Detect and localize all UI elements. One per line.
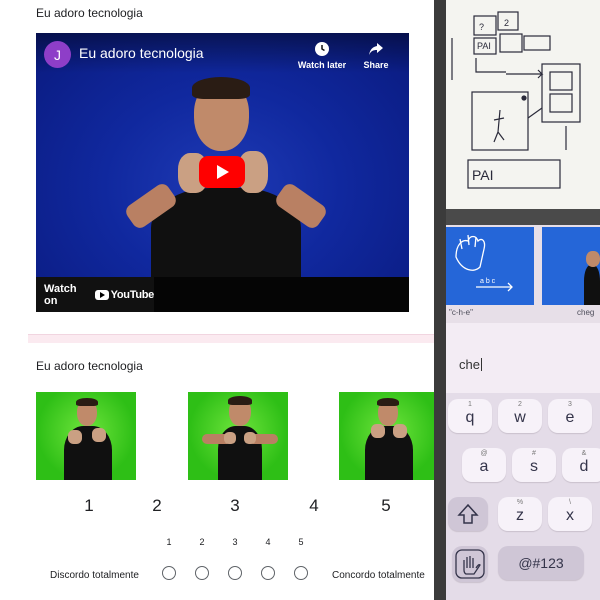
whiteboard-label-pai-large: PAI xyxy=(472,167,494,183)
radio-option-2[interactable] xyxy=(195,566,209,580)
radio-number: 1 xyxy=(166,537,172,547)
radio-option-4[interactable] xyxy=(261,566,275,580)
key-s[interactable]: # s xyxy=(512,448,556,482)
scale-number: 4 xyxy=(309,496,319,515)
whiteboard-sketch: PAI ? 2 PAI xyxy=(446,0,600,209)
watch-later-label: Watch later xyxy=(297,60,347,70)
sign-card[interactable]: a b c xyxy=(446,227,534,305)
youtube-logo-icon: YouTube xyxy=(94,288,155,301)
scale-low-label: Discordo totalmente xyxy=(50,570,139,581)
radio-option-1[interactable] xyxy=(162,566,176,580)
scale-number: 1 xyxy=(84,496,94,515)
radio-number: 5 xyxy=(298,537,304,547)
share-button[interactable]: Share xyxy=(346,41,406,70)
sign-card[interactable] xyxy=(542,227,600,305)
radio-number: 3 xyxy=(232,537,238,547)
video-title[interactable]: Eu adoro tecnologia xyxy=(79,45,204,61)
sign-language-key[interactable] xyxy=(452,546,488,582)
sign-thumbnail xyxy=(36,392,136,480)
symbols-key[interactable]: @#123 xyxy=(498,546,584,580)
radio-number: 2 xyxy=(199,537,205,547)
radio-number: 4 xyxy=(265,537,271,547)
hand-sign-illustration: a b c xyxy=(455,234,513,292)
sign-thumbnail xyxy=(188,392,288,480)
sign-thumbnail xyxy=(339,392,434,480)
youtube-video-embed[interactable]: J Eu adoro tecnologia Watch later Share … xyxy=(36,33,409,312)
watch-on-youtube-link[interactable]: Watch on YouTube xyxy=(36,277,154,312)
share-label: Share xyxy=(363,60,389,70)
card-caption: cheg xyxy=(577,308,595,317)
scale-high-label: Concordo totalmente xyxy=(332,570,425,581)
key-q[interactable]: 1q xyxy=(448,399,492,433)
key-a[interactable]: @ a xyxy=(462,448,506,482)
panel-separator xyxy=(434,0,446,600)
card-caption: "c-h-e" xyxy=(449,308,473,317)
form-page: Eu adoro tecnologia J Eu adoro tecnologi… xyxy=(0,0,434,600)
section-divider xyxy=(28,334,434,343)
key-x[interactable]: \ x xyxy=(548,497,592,531)
youtube-wordmark: YouTube xyxy=(110,288,155,301)
shift-arrow-icon xyxy=(457,503,479,524)
watch-on-label: Watch on xyxy=(44,282,77,307)
key-z[interactable]: % z xyxy=(498,497,542,531)
scale-number: 5 xyxy=(381,496,391,515)
watch-later-button[interactable]: Watch later xyxy=(292,41,352,70)
channel-avatar[interactable]: J xyxy=(44,41,71,68)
whiteboard-glyph: ? xyxy=(479,22,484,32)
clock-icon xyxy=(315,42,329,56)
scale-number: 2 xyxy=(152,496,162,515)
radio-option-5[interactable] xyxy=(294,566,308,580)
question-title: Eu adoro tecnologia xyxy=(36,6,143,20)
shift-key[interactable] xyxy=(448,497,488,531)
share-arrow-icon xyxy=(369,43,383,55)
play-icon[interactable] xyxy=(199,156,245,188)
key-e[interactable]: 3e xyxy=(548,399,592,433)
whiteboard-drawing: PAI ? 2 PAI xyxy=(451,11,581,189)
question-title: Eu adoro tecnologia xyxy=(36,359,143,373)
key-w[interactable]: 2w xyxy=(498,399,542,433)
radio-option-3[interactable] xyxy=(228,566,242,580)
hand-icon xyxy=(455,549,485,579)
scale-number: 3 xyxy=(230,496,240,515)
key-d[interactable]: & d xyxy=(562,448,600,482)
whiteboard-frame-bottom xyxy=(446,209,600,225)
phone-screen: a b c "c-h-e" cheg che 1q 2w 3e @ a # s & d… xyxy=(446,225,600,600)
whiteboard-glyph: 2 xyxy=(504,18,509,28)
typed-text-field[interactable]: che xyxy=(459,357,482,372)
on-screen-keyboard: 1q 2w 3e @ a # s & d % z \ x @#123 xyxy=(446,393,600,600)
whiteboard-label-pai-small: PAI xyxy=(477,41,491,51)
card-text: a b c xyxy=(480,278,496,285)
